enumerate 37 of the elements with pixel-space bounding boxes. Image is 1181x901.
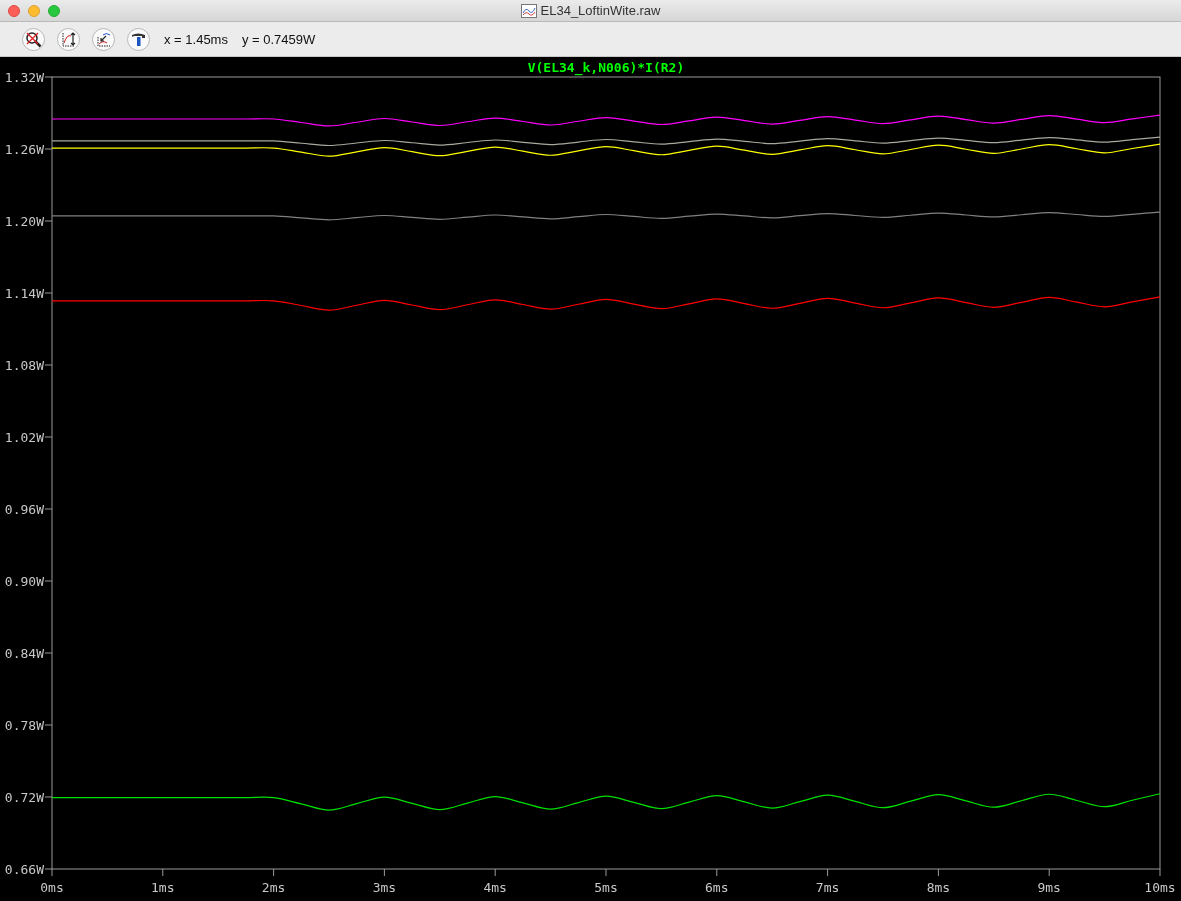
- y-tick-label: 1.02W: [4, 429, 44, 445]
- y-tick-label: 0.66W: [4, 861, 44, 877]
- y-tick-label: 1.14W: [4, 285, 44, 301]
- waveform-file-icon: [520, 3, 537, 18]
- y-tick-label: 1.20W: [4, 213, 44, 229]
- cursor-x-readout: x = 1.45ms: [164, 31, 228, 47]
- x-tick-label: 1ms: [151, 880, 175, 895]
- hammer-button[interactable]: [127, 27, 150, 51]
- cursor-y-readout: y = 0.7459W: [241, 31, 316, 47]
- pan-button[interactable]: [92, 27, 115, 51]
- y-tick-label: 1.26W: [4, 141, 44, 157]
- x-tick-label: 4ms: [483, 880, 507, 895]
- zoom-button[interactable]: [48, 4, 60, 17]
- x-tick-label: 5ms: [594, 880, 618, 895]
- vertical-arrows-icon: [60, 30, 77, 48]
- unzoom-button[interactable]: [22, 27, 45, 51]
- y-tick-label: 0.78W: [4, 717, 44, 733]
- y-tick-label: 0.84W: [4, 645, 44, 661]
- x-tick-label: 10ms: [1144, 880, 1176, 895]
- y-tick-label: 1.08W: [4, 357, 44, 373]
- x-tick-label: 3ms: [372, 880, 397, 895]
- window-title: EL34_LoftinWite.raw: [540, 3, 661, 18]
- autorange-button[interactable]: [57, 27, 80, 51]
- y-tick-label: 0.96W: [4, 501, 44, 517]
- x-tick-label: 7ms: [815, 880, 840, 895]
- plot-title: V(EL34_k,N006)*I(R2): [527, 60, 685, 75]
- y-tick-label: 0.72W: [4, 789, 44, 805]
- y-tick-label: 0.90W: [4, 573, 44, 589]
- crossed-magnifier-icon: [25, 30, 42, 48]
- x-tick-label: 6ms: [705, 880, 729, 895]
- x-tick-label: 8ms: [926, 880, 951, 895]
- y-tick-label: 1.32W: [4, 69, 44, 85]
- curve-arrow-icon: [95, 30, 112, 48]
- x-tick-label: 2ms: [261, 880, 286, 895]
- close-button[interactable]: [8, 4, 20, 17]
- x-tick-label: 0ms: [40, 880, 64, 895]
- x-tick-label: 9ms: [1037, 880, 1061, 895]
